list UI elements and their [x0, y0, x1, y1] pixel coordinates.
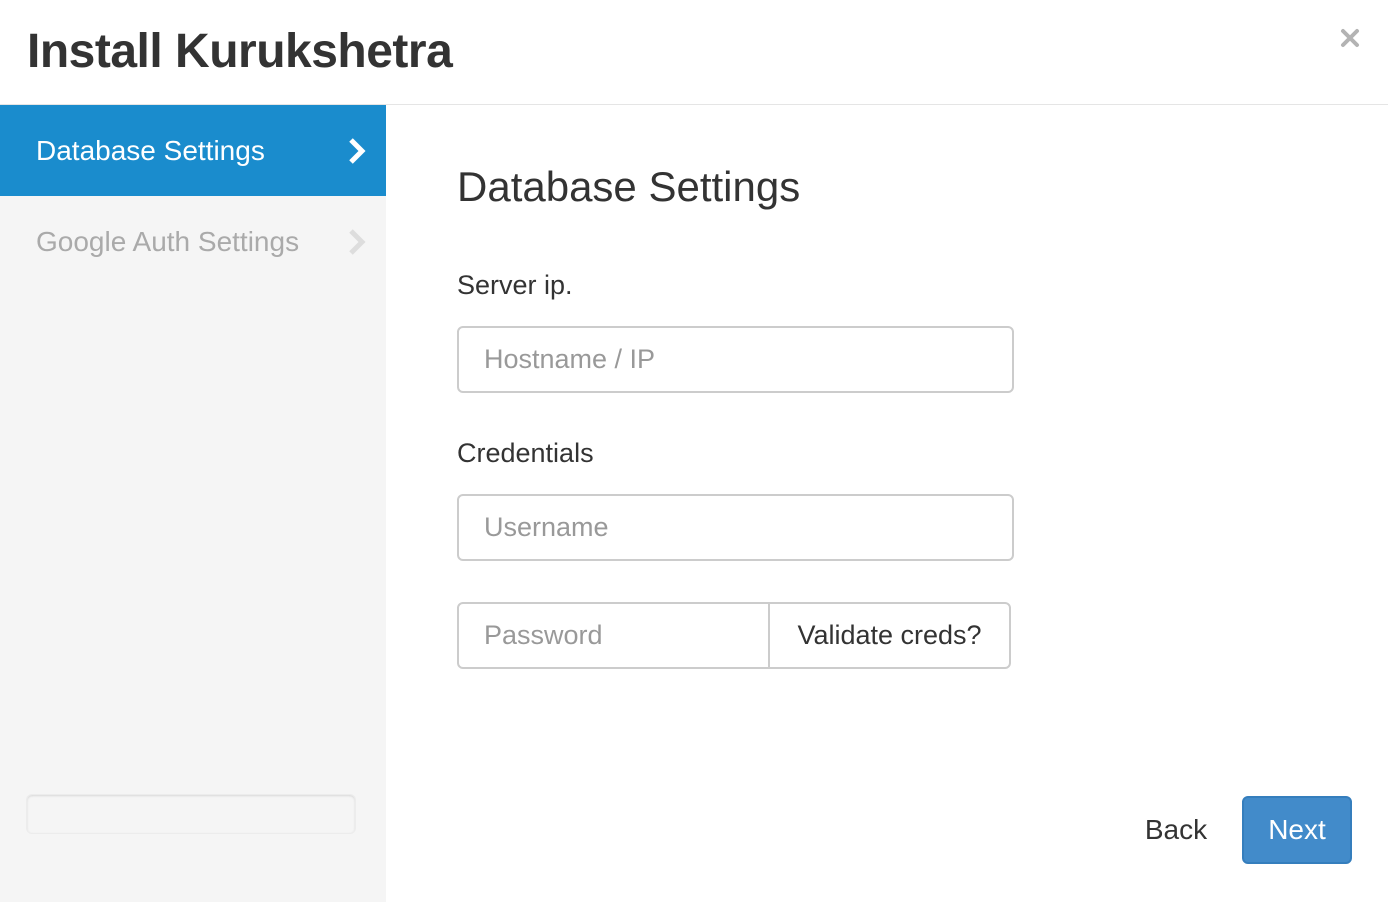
close-icon	[1341, 29, 1359, 47]
progress-bar	[26, 794, 356, 834]
hostname-input[interactable]	[457, 326, 1014, 393]
next-button[interactable]: Next	[1242, 796, 1352, 864]
username-input[interactable]	[457, 494, 1014, 561]
sidebar: Database Settings Google Auth Settings	[0, 105, 386, 902]
modal-title: Install Kurukshetra	[27, 25, 453, 78]
password-input[interactable]	[457, 602, 770, 669]
sidebar-item-database-settings[interactable]: Database Settings	[0, 105, 386, 196]
section-title: Database Settings	[457, 163, 801, 210]
validate-creds-button[interactable]: Validate creds?	[768, 602, 1011, 669]
credentials-label: Credentials	[457, 438, 594, 468]
back-button[interactable]: Back	[1124, 796, 1228, 864]
sidebar-item-google-auth-settings[interactable]: Google Auth Settings	[0, 196, 386, 288]
server-ip-label: Server ip.	[457, 270, 573, 300]
chevron-right-icon	[349, 229, 366, 255]
sidebar-item-label: Database Settings	[36, 134, 265, 166]
modal-header: Install Kurukshetra	[0, 0, 1388, 105]
chevron-right-icon	[349, 137, 366, 164]
password-input-group: Validate creds?	[457, 602, 1013, 669]
main-content: Database Settings Server ip. Credentials…	[386, 105, 1388, 902]
sidebar-item-label: Google Auth Settings	[36, 226, 300, 257]
close-button[interactable]	[1332, 20, 1368, 56]
